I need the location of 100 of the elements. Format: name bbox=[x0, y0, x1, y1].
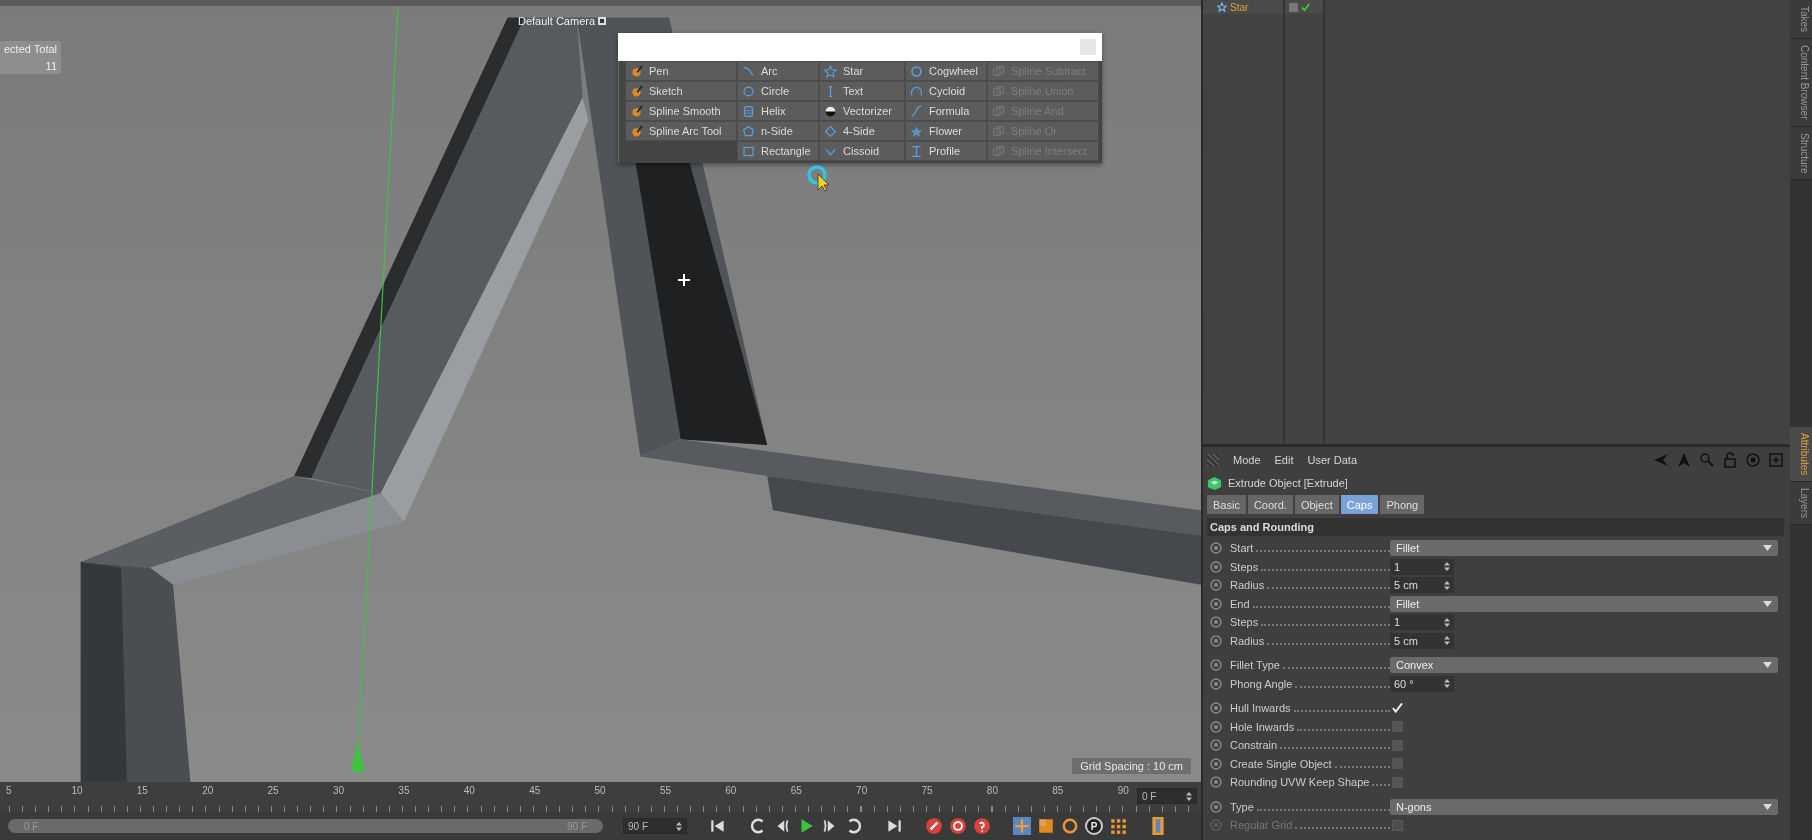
number-field[interactable]: 5 cm bbox=[1390, 632, 1454, 649]
menu-item[interactable]: Spline Arc Tool bbox=[625, 121, 737, 141]
menu-item[interactable]: Star bbox=[819, 61, 905, 81]
end-frame-field[interactable]: 90 F bbox=[623, 818, 687, 835]
menu-item[interactable]: Circle bbox=[737, 81, 819, 101]
spinner-icon[interactable] bbox=[1444, 636, 1450, 646]
film-strip-icon[interactable] bbox=[1149, 817, 1167, 836]
menu-item[interactable]: Flower bbox=[905, 121, 987, 141]
menu-item[interactable]: n-Side bbox=[737, 121, 819, 141]
parameter-key-button[interactable]: P bbox=[1085, 817, 1103, 836]
grid-dots-icon[interactable] bbox=[1109, 817, 1127, 836]
menu-item[interactable]: Helix bbox=[737, 101, 819, 121]
animation-track-icon[interactable] bbox=[1210, 579, 1222, 592]
side-tab[interactable]: Structure bbox=[1790, 126, 1812, 181]
polygon-icon bbox=[742, 124, 755, 138]
animation-track-icon[interactable] bbox=[1210, 616, 1222, 629]
attribute-tab[interactable]: Phong bbox=[1380, 495, 1425, 514]
dropdown[interactable]: N-gons bbox=[1390, 798, 1778, 815]
animation-track-icon[interactable] bbox=[1210, 739, 1222, 752]
frame-tick-label: 70 bbox=[856, 785, 868, 796]
menu-item[interactable]: Sketch bbox=[625, 81, 737, 101]
section-header: Caps and Rounding bbox=[1207, 518, 1784, 536]
target-icon[interactable] bbox=[1745, 452, 1761, 468]
rotate-icon[interactable] bbox=[1061, 817, 1079, 836]
side-tab[interactable]: Attributes bbox=[1790, 427, 1812, 483]
grip-icon[interactable] bbox=[1207, 454, 1219, 466]
parameter-label: Radius bbox=[1230, 579, 1265, 592]
circle-icon bbox=[742, 84, 755, 98]
dropdown[interactable]: Fillet bbox=[1390, 540, 1778, 557]
spinner-icon[interactable] bbox=[1444, 617, 1450, 627]
number-field[interactable]: 60 ° bbox=[1390, 675, 1454, 692]
move-icon[interactable] bbox=[1013, 817, 1031, 836]
animation-track-icon[interactable] bbox=[1210, 720, 1222, 733]
new-window-icon[interactable] bbox=[1768, 452, 1784, 468]
object-title: Extrude Object [Extrude] bbox=[1228, 477, 1348, 489]
parameter-label: Phong Angle bbox=[1230, 677, 1293, 690]
animation-track-icon[interactable] bbox=[1210, 757, 1222, 770]
side-tab[interactable]: Content Browser bbox=[1790, 39, 1812, 127]
scale-icon[interactable] bbox=[1037, 817, 1055, 836]
rectangle-icon bbox=[742, 144, 755, 158]
menu-item[interactable]: Cissoid bbox=[819, 141, 905, 161]
spinner-icon[interactable] bbox=[1444, 562, 1450, 572]
side-tab[interactable]: Layers bbox=[1790, 482, 1812, 526]
animation-track-icon[interactable] bbox=[1210, 542, 1222, 555]
spinner-icon[interactable] bbox=[1444, 679, 1450, 689]
menu-item[interactable]: Vectorizer bbox=[819, 101, 905, 121]
dropdown[interactable]: Fillet bbox=[1390, 595, 1778, 612]
menu-item[interactable]: Arc bbox=[737, 61, 819, 81]
menu-item[interactable]: Mode bbox=[1233, 454, 1261, 466]
animation-track-icon[interactable] bbox=[1210, 659, 1222, 672]
attribute-tab[interactable]: Coord. bbox=[1247, 495, 1293, 514]
menu-item[interactable]: Text bbox=[819, 81, 905, 101]
up-arrow-icon[interactable] bbox=[1676, 452, 1692, 468]
pencil-icon bbox=[630, 84, 643, 98]
number-field[interactable]: 1 bbox=[1390, 558, 1454, 575]
animation-track-icon[interactable] bbox=[1210, 560, 1222, 573]
number-field[interactable]: 5 cm bbox=[1390, 577, 1454, 594]
number-field[interactable]: 1 bbox=[1390, 614, 1454, 631]
current-frame-field[interactable]: 0 F bbox=[1137, 788, 1197, 804]
cogwheel-icon bbox=[910, 64, 923, 78]
parameter-label: Hull Inwards bbox=[1230, 702, 1291, 715]
record-icon[interactable] bbox=[925, 817, 943, 836]
menu-item[interactable]: Pen bbox=[625, 61, 737, 81]
side-tab[interactable]: Takes bbox=[1790, 0, 1812, 40]
parameter-label: Steps bbox=[1230, 560, 1259, 573]
parameter-label: Create Single Object bbox=[1230, 757, 1332, 770]
lock-icon[interactable] bbox=[1722, 452, 1738, 468]
menu-item[interactable]: Edit bbox=[1274, 454, 1294, 466]
menu-item[interactable]: Spline Smooth bbox=[625, 101, 737, 121]
attribute-tab[interactable]: Object bbox=[1294, 495, 1339, 514]
menu-item[interactable]: Formula bbox=[905, 101, 987, 121]
caret-icon bbox=[1763, 545, 1772, 552]
menu-item[interactable]: Rectangle bbox=[737, 141, 819, 161]
spinner-icon[interactable] bbox=[1186, 791, 1192, 801]
animation-track-icon[interactable] bbox=[1210, 677, 1222, 690]
menu-item[interactable]: Cogwheel bbox=[905, 61, 987, 81]
animation-track-icon[interactable] bbox=[1210, 702, 1222, 715]
frame-tick-label: 35 bbox=[398, 785, 410, 796]
parameter-label: Steps bbox=[1230, 616, 1259, 629]
animation-track-icon[interactable] bbox=[1210, 776, 1222, 789]
search-icon[interactable] bbox=[1699, 452, 1715, 468]
menu-item[interactable]: Profile bbox=[905, 141, 987, 161]
dropdown[interactable]: Convex bbox=[1390, 657, 1778, 674]
spinner-icon[interactable] bbox=[676, 821, 682, 831]
boolean-shapes-icon bbox=[992, 124, 1005, 138]
menu-item[interactable]: Cycloid bbox=[905, 81, 987, 101]
menu-item[interactable]: 4-Side bbox=[819, 121, 905, 141]
animation-track-icon[interactable] bbox=[1210, 800, 1222, 813]
attribute-tab[interactable]: Caps bbox=[1340, 495, 1379, 514]
arc-icon bbox=[742, 64, 755, 78]
menu-item[interactable]: User Data bbox=[1307, 454, 1358, 466]
frame-tick-label: 30 bbox=[332, 785, 345, 796]
question-icon[interactable] bbox=[973, 817, 991, 836]
back-arrow-icon[interactable] bbox=[1653, 452, 1669, 468]
animation-track-icon[interactable] bbox=[1210, 634, 1222, 647]
spinner-icon[interactable] bbox=[1444, 580, 1450, 590]
parameter-label: Radius bbox=[1230, 634, 1265, 647]
attribute-tab[interactable]: Basic bbox=[1207, 495, 1246, 514]
animation-track-icon[interactable] bbox=[1210, 597, 1222, 610]
parameter-label: Start bbox=[1230, 542, 1254, 555]
